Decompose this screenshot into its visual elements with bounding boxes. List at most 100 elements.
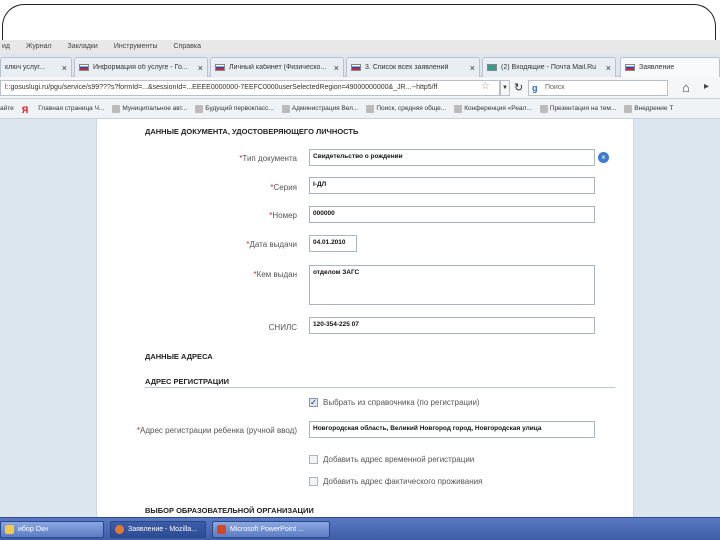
tab-strip: ключ услуг... × Информация об услуге - Г… bbox=[0, 53, 720, 77]
menu-item-help[interactable]: Справка bbox=[174, 43, 201, 50]
close-icon[interactable]: × bbox=[334, 63, 339, 73]
russia-flag-icon bbox=[215, 64, 225, 71]
bookmark[interactable]: Поиск, средняя обще... bbox=[366, 104, 447, 113]
address-data-title: ДАННЫЕ АДРЕСА bbox=[145, 352, 213, 361]
url-dropdown-icon[interactable]: ▼ bbox=[500, 80, 510, 96]
bookmark[interactable]: Я bbox=[22, 105, 30, 115]
download-arrow-icon[interactable]: ▸ bbox=[704, 81, 709, 92]
issue-date-label: *Дата выдачи bbox=[246, 240, 297, 249]
bookmark-label: Презентация на тем... bbox=[549, 105, 617, 112]
doc-type-select[interactable]: Свидетельство о рождении bbox=[309, 149, 595, 166]
search-engine-icon: g bbox=[532, 83, 538, 93]
taskbar-item-label: Заявление - Mozilla... bbox=[128, 526, 197, 533]
page-icon bbox=[281, 104, 290, 113]
page-icon bbox=[539, 104, 548, 113]
close-icon[interactable]: × bbox=[198, 63, 203, 73]
bookmark-label: Администрация Вел... bbox=[291, 105, 359, 112]
doc-section-title: ДАННЫЕ ДОКУМЕНТА, УДОСТОВЕРЯЮЩЕГО ЛИЧНОС… bbox=[145, 127, 359, 136]
taskbar-item[interactable]: Microsoft PowerPoint ... bbox=[212, 521, 330, 538]
taskbar: ибор Окн Заявление - Mozilla... Microsof… bbox=[0, 517, 720, 540]
menu-item-view[interactable]: ид bbox=[2, 43, 10, 50]
bookmark-label: Будущий первокласс... bbox=[205, 105, 274, 112]
section-divider bbox=[145, 387, 615, 388]
address-input[interactable]: Новгородская область, Великий Новгород г… bbox=[309, 421, 595, 438]
bookmark-label: Муниципальное авт... bbox=[122, 105, 188, 112]
bookmark[interactable]: Будущий первокласс... bbox=[195, 104, 274, 113]
actual-address-checkbox-row[interactable]: Добавить адрес фактического проживания bbox=[309, 477, 482, 486]
bookmark[interactable]: Главная страница Ч... bbox=[38, 105, 104, 112]
menu-item-history[interactable]: Журнал bbox=[26, 43, 52, 50]
tab[interactable]: Личный кабинет (Физическо... × bbox=[210, 57, 344, 77]
temporary-checkbox-row[interactable]: Добавить адрес временной регистрации bbox=[309, 455, 474, 464]
bookmark-label: айте bbox=[0, 105, 14, 112]
page-icon bbox=[454, 104, 463, 113]
bookmark-label: Внедрение Т bbox=[634, 105, 674, 112]
firefox-icon bbox=[115, 525, 124, 534]
org-section-title: ВЫБОР ОБРАЗОВАТЕЛЬНОЙ ОРГАНИЗАЦИИ bbox=[145, 506, 314, 515]
tab-title: 3. Список всех заявлений bbox=[365, 64, 449, 71]
tab[interactable]: 3. Список всех заявлений × bbox=[346, 57, 480, 77]
bookmark[interactable]: Конференция «Реал... bbox=[454, 104, 532, 113]
series-field[interactable]: I-ДЛ bbox=[309, 177, 595, 194]
registration-checkbox-row[interactable]: Выбрать из справочника (по регистрации) bbox=[309, 398, 480, 407]
bookmark[interactable]: Презентация на тем... bbox=[539, 104, 617, 113]
actual-address-checkbox[interactable] bbox=[309, 477, 318, 486]
bookmarks-bar: айте Я Главная страница Ч... Муниципальн… bbox=[0, 99, 720, 119]
snils-label: СНИЛС bbox=[268, 323, 297, 332]
close-icon[interactable]: × bbox=[470, 63, 475, 73]
bookmark-label: Главная страница Ч... bbox=[38, 105, 105, 112]
tab-title: Информация об услуге - Го... bbox=[93, 64, 188, 71]
bookmark-label: Конференция «Реал... bbox=[464, 105, 532, 112]
tab[interactable]: (2) Входящие - Почта Mail.Ru × bbox=[482, 57, 616, 77]
bookmark[interactable]: Муниципальное авт... bbox=[112, 104, 188, 113]
issued-by-label: *Кем выдан bbox=[253, 270, 298, 279]
powerpoint-icon bbox=[217, 525, 226, 534]
address-label: *Адрес регистрации ребенка (ручной ввод) bbox=[136, 426, 297, 435]
russia-flag-icon bbox=[625, 64, 635, 71]
issued-by-textarea[interactable]: отделом ЗАГС bbox=[309, 265, 595, 305]
issue-date-field[interactable]: 04.01.2010 bbox=[309, 235, 357, 252]
tab-title: (2) Входящие - Почта Mail.Ru bbox=[501, 64, 597, 71]
navigation-bar: l::gosuslugi.ru/pgu/service/s99???s?form… bbox=[0, 77, 720, 99]
temporary-registration-checkbox[interactable] bbox=[309, 455, 318, 464]
taskbar-item-active[interactable]: Заявление - Mozilla... bbox=[110, 521, 206, 538]
tab[interactable]: Информация об услуге - Го... × bbox=[74, 57, 208, 77]
number-field[interactable]: 000000 bbox=[309, 206, 595, 223]
bookmark-label: Поиск, средняя обще... bbox=[376, 105, 447, 112]
search-input[interactable]: g Поиск bbox=[528, 80, 668, 96]
bookmark[interactable]: Внедрение Т bbox=[624, 104, 674, 113]
url-input[interactable]: l::gosuslugi.ru/pgu/service/s99???s?form… bbox=[0, 80, 500, 96]
actual-address-checkbox-label: Добавить адрес фактического проживания bbox=[323, 477, 483, 486]
close-icon[interactable]: × bbox=[606, 63, 611, 73]
russia-flag-icon bbox=[79, 64, 89, 71]
russia-flag-icon bbox=[351, 64, 361, 71]
temporary-checkbox-label: Добавить адрес временной регистрации bbox=[323, 455, 475, 464]
page-icon bbox=[195, 104, 204, 113]
taskbar-item-label: Microsoft PowerPoint ... bbox=[230, 526, 304, 533]
page-icon bbox=[366, 104, 375, 113]
menu-item-bookmarks[interactable]: Закладки bbox=[68, 43, 98, 50]
number-label: *Номер bbox=[269, 211, 297, 220]
tab[interactable]: ключ услуг... × bbox=[0, 57, 72, 77]
content-area: ДАННЫЕ ДОКУМЕНТА, УДОСТОВЕРЯЮЩЕГО ЛИЧНОС… bbox=[0, 119, 720, 517]
registration-checkbox-label: Выбрать из справочника (по регистрации) bbox=[323, 398, 480, 407]
snils-field[interactable]: 120-354-225 07 bbox=[309, 317, 595, 334]
close-icon[interactable]: × bbox=[62, 63, 67, 73]
tab-title: ключ услуг... bbox=[5, 64, 45, 71]
registration-section-title: АДРЕС РЕГИСТРАЦИИ bbox=[145, 377, 230, 386]
taskbar-item[interactable]: ибор Окн bbox=[0, 521, 104, 538]
menu-item-tools[interactable]: Инструменты bbox=[114, 43, 158, 50]
doc-type-label: *Тип документа bbox=[239, 154, 297, 163]
slide-frame bbox=[0, 0, 720, 64]
bookmark[interactable]: айте bbox=[0, 105, 14, 112]
star-icon[interactable]: ☆ bbox=[481, 81, 490, 92]
bookmark[interactable]: Администрация Вел... bbox=[281, 104, 359, 113]
tab-active[interactable]: Заявление bbox=[620, 57, 720, 77]
home-icon[interactable]: ⌂ bbox=[682, 80, 690, 95]
clear-icon[interactable]: × bbox=[598, 152, 609, 163]
reload-icon[interactable]: ↻ bbox=[514, 81, 523, 94]
taskbar-item-label: ибор Окн bbox=[18, 526, 49, 533]
search-placeholder: Поиск bbox=[545, 84, 565, 91]
registration-checkbox[interactable] bbox=[309, 398, 318, 407]
tab-title: Заявление bbox=[639, 64, 675, 71]
